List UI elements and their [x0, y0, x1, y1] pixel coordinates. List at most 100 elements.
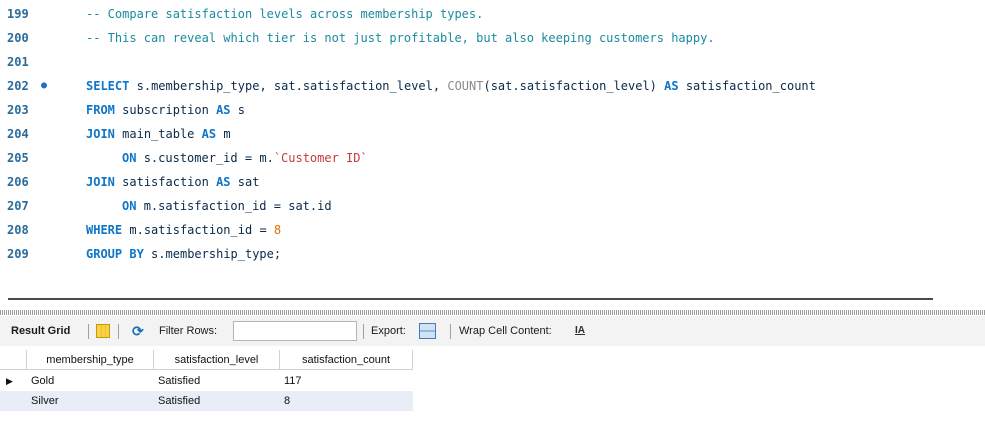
table-cell[interactable]: 117 — [280, 371, 413, 391]
sql-number-token: 8 — [273, 223, 282, 237]
panel-splitter[interactable] — [0, 310, 985, 315]
code-line-206[interactable]: 206 JOIN satisfaction AS sat — [0, 170, 985, 194]
sql-identifier-token: satisfaction_id — [143, 223, 253, 237]
grid-view-icon[interactable] — [96, 324, 110, 338]
sql-punctuation-token: . — [266, 151, 274, 165]
sql-keyword-token: BY — [129, 247, 144, 261]
sql-editor[interactable]: 199 -- Compare satisfaction levels acros… — [0, 0, 985, 300]
row-indicator[interactable]: ▶ — [0, 371, 27, 391]
sql-identifier-token: s — [237, 103, 245, 117]
sql-punctuation-token — [209, 103, 216, 117]
code-line-201[interactable]: 201 — [0, 50, 985, 74]
sql-punctuation-token — [194, 127, 201, 141]
line-number: 205 — [7, 151, 29, 165]
sql-identifier-token: m — [223, 127, 231, 141]
table-cell[interactable]: Satisfied — [154, 391, 280, 411]
sql-keyword-token: SELECT — [86, 79, 130, 93]
sql-keyword-token: WHERE — [86, 223, 123, 237]
wrap-cell-icon[interactable]: IA — [573, 323, 587, 339]
sql-keyword-token: AS — [201, 127, 217, 141]
sql-punctuation-token: , — [259, 79, 267, 93]
sql-punctuation-token: = — [273, 199, 281, 213]
sql-punctuation-token — [267, 79, 274, 93]
export-icon[interactable] — [419, 323, 436, 339]
sql-identifier-token: satisfaction_count — [685, 79, 816, 93]
table-cell[interactable]: Gold — [27, 371, 154, 391]
sql-identifier-token: satisfaction_level — [519, 79, 650, 93]
sql-identifier-token: satisfaction — [122, 175, 209, 189]
code-line-207[interactable]: 207 ON m.satisfaction_id = sat.id — [0, 194, 985, 218]
sql-punctuation-token: ) — [649, 79, 657, 93]
sql-punctuation-token — [129, 79, 136, 93]
sql-identifier-token: s — [143, 151, 151, 165]
sql-string-token: `Customer ID` — [273, 151, 368, 165]
sql-code: WHERE m.satisfaction_id = 8 — [86, 218, 281, 242]
table-cell[interactable]: Satisfied — [154, 371, 280, 391]
export-label: Export: — [371, 325, 406, 337]
table-cell[interactable]: Silver — [27, 391, 154, 411]
editor-horizontal-scrollbar[interactable] — [8, 298, 933, 300]
line-number: 209 — [7, 247, 29, 261]
sql-keyword-token: AS — [664, 79, 679, 93]
table-row[interactable]: ▶ Gold Satisfied 117 — [0, 371, 413, 391]
line-number: 206 — [7, 175, 29, 189]
sql-punctuation-token — [144, 247, 151, 261]
sql-keyword-token: AS — [216, 175, 231, 189]
sql-code: GROUP BY s.membership_type; — [86, 242, 281, 266]
sql-identifier-token: satisfaction_id — [158, 199, 267, 213]
code-line-205[interactable]: 205 ON s.customer_id = m.`Customer ID` — [0, 146, 985, 170]
sql-punctuation-token: . — [158, 247, 166, 261]
toolbar-divider — [363, 324, 364, 339]
code-line-202[interactable]: 202 ● SELECT s.membership_type, sat.sati… — [0, 74, 985, 98]
sql-punctuation-token — [209, 175, 216, 189]
sql-keyword-token: ON — [122, 151, 137, 165]
sql-keyword-token: JOIN — [86, 175, 115, 189]
statement-marker-icon[interactable]: ● — [41, 74, 47, 98]
table-cell[interactable]: 8 — [280, 391, 413, 411]
toolbar-divider — [450, 324, 451, 339]
sql-punctuation-token — [136, 151, 143, 165]
sql-punctuation-token — [136, 199, 143, 213]
sql-comment: -- This can reveal which tier is not jus… — [86, 31, 715, 45]
sql-code: ON s.customer_id = m.`Customer ID` — [122, 146, 368, 170]
sql-punctuation-token — [679, 79, 686, 93]
sql-identifier-token: s — [136, 79, 144, 93]
sql-punctuation-token: . — [143, 79, 152, 93]
filter-rows-input[interactable] — [233, 321, 357, 341]
sql-keyword-token: JOIN — [86, 127, 115, 141]
table-row[interactable]: Silver Satisfied 8 — [0, 391, 413, 411]
code-line-204[interactable]: 204 JOIN main_table AS m — [0, 122, 985, 146]
sql-code: ON m.satisfaction_id = sat.id — [122, 194, 332, 218]
sql-punctuation-token: . — [295, 79, 303, 93]
sql-punctuation-token: . — [136, 223, 144, 237]
code-line-209[interactable]: 209 GROUP BY s.membership_type; — [0, 242, 985, 266]
line-number: 202 — [7, 79, 29, 93]
line-number: 199 — [7, 7, 29, 21]
row-indicator[interactable] — [0, 391, 27, 411]
column-header[interactable]: satisfaction_count — [280, 350, 413, 370]
refresh-icon[interactable]: ⟳ — [132, 323, 148, 339]
sql-identifier-token: sat — [237, 175, 260, 189]
sql-identifier-token: sat — [490, 79, 513, 93]
sql-punctuation-token — [267, 223, 274, 237]
sql-punctuation-token — [267, 199, 274, 213]
code-line-203[interactable]: 203 FROM subscription AS s — [0, 98, 985, 122]
code-line-208[interactable]: 208 WHERE m.satisfaction_id = 8 — [0, 218, 985, 242]
sql-punctuation-token: ( — [483, 79, 491, 93]
sql-punctuation-token — [238, 151, 245, 165]
sql-identifier-token: m — [143, 199, 151, 213]
wrap-cell-content-label: Wrap Cell Content: — [459, 325, 552, 337]
line-number: 208 — [7, 223, 29, 237]
result-grid-tab[interactable]: Result Grid — [11, 316, 70, 346]
result-toolbar: Result Grid ⟳ Filter Rows: Export: Wrap … — [0, 316, 985, 346]
sql-code: FROM subscription AS s — [86, 98, 245, 122]
column-header[interactable]: membership_type — [27, 350, 154, 370]
sql-function-token: COUNT — [447, 79, 484, 93]
column-header[interactable]: satisfaction_level — [154, 350, 280, 370]
sql-identifier-token: m — [129, 223, 137, 237]
code-line-199[interactable]: 199 -- Compare satisfaction levels acros… — [0, 2, 985, 26]
code-line-200[interactable]: 200 -- This can reveal which tier is not… — [0, 26, 985, 50]
sql-comment: -- Compare satisfaction levels across me… — [86, 7, 484, 21]
sql-code: JOIN satisfaction AS sat — [86, 170, 259, 194]
sql-identifier-token: satisfaction_level — [302, 79, 433, 93]
